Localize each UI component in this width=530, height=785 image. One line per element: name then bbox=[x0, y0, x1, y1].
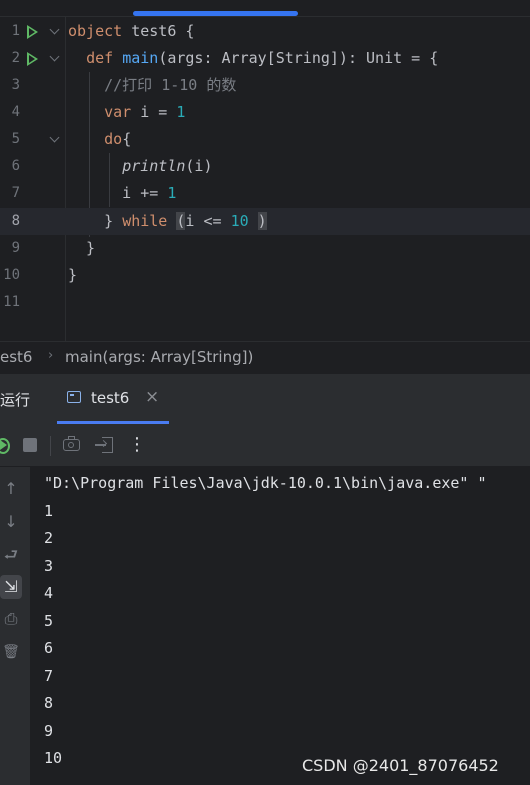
code-line[interactable]: 9 } bbox=[0, 235, 530, 262]
line-number: 8 bbox=[11, 213, 20, 229]
breadcrumb-separator: › bbox=[48, 348, 54, 363]
code-line[interactable]: 3 //打印 1-10 的数 bbox=[0, 72, 530, 99]
arrow-down-icon[interactable]: ↓ bbox=[0, 510, 22, 534]
console-output-line: 6 bbox=[44, 639, 54, 657]
print-icon[interactable]: ⎙ bbox=[0, 607, 22, 631]
code-line[interactable]: 2 def main(args: Array[String]): Unit = … bbox=[0, 45, 530, 72]
code-text: i += 1 bbox=[68, 184, 177, 202]
code-line[interactable]: 1 object test6 { bbox=[0, 18, 530, 45]
console-output-line: 1 bbox=[44, 501, 54, 520]
console-output-line: 2 bbox=[44, 529, 54, 547]
fold-chevron-icon[interactable] bbox=[49, 51, 60, 62]
code-line[interactable]: 4 var i = 1 bbox=[0, 99, 530, 126]
editor-tab-strip bbox=[0, 0, 530, 17]
run-tab-label: test6 bbox=[91, 389, 130, 407]
code-editor[interactable]: 1 object test6 { 2 def main(args: Array[St… bbox=[0, 0, 530, 341]
code-text: } while (i <= 10 ) bbox=[68, 212, 267, 230]
camera-icon[interactable] bbox=[61, 434, 83, 456]
code-text: object test6 { bbox=[68, 22, 195, 40]
exit-icon[interactable] bbox=[94, 434, 116, 456]
more-options-icon[interactable]: ⋮ bbox=[126, 434, 148, 456]
code-text: println(i) bbox=[122, 157, 213, 175]
console-output-line: 5 bbox=[44, 611, 54, 630]
line-number: 3 bbox=[11, 77, 20, 93]
code-text: def main(args: Array[String]): Unit = { bbox=[86, 49, 439, 67]
console-output-line: 9 bbox=[44, 721, 54, 740]
line-number: 6 bbox=[11, 158, 20, 174]
trash-icon[interactable]: 🗑 bbox=[0, 640, 22, 664]
run-panel-title: 运行 bbox=[0, 391, 31, 409]
code-text: //打印 1-10 的数 bbox=[104, 76, 237, 94]
breadcrumb-object[interactable]: est6 bbox=[0, 348, 32, 366]
fold-chevron-icon[interactable] bbox=[49, 24, 60, 35]
line-number: 9 bbox=[11, 240, 20, 256]
console-tab-icon bbox=[67, 391, 81, 403]
code-text: } bbox=[68, 239, 96, 257]
console-output-line: 10 bbox=[44, 749, 63, 767]
run-gutter-icon[interactable] bbox=[27, 52, 39, 66]
line-number: 10 bbox=[3, 267, 20, 283]
code-text: } bbox=[68, 266, 78, 284]
code-text: do{ bbox=[104, 130, 132, 148]
console-output-line: 7 bbox=[44, 666, 54, 685]
console-output-line: 4 bbox=[44, 584, 54, 602]
run-panel-header: 运行 test6 × bbox=[0, 373, 530, 424]
console-command-line: "D:\Program Files\Java\jdk-10.0.1\bin\ja… bbox=[44, 474, 487, 492]
code-line[interactable]: 6 println(i) bbox=[0, 153, 530, 180]
line-number: 7 bbox=[11, 185, 20, 201]
watermark: CSDN @2401_87076452 bbox=[302, 756, 499, 775]
breadcrumb: est6 › main(args: Array[String]) bbox=[0, 341, 530, 374]
stop-icon[interactable] bbox=[20, 434, 42, 456]
console-output[interactable]: "D:\Program Files\Java\jdk-10.0.1\bin\ja… bbox=[30, 467, 530, 785]
scroll-to-end-icon[interactable]: ⇲ bbox=[0, 575, 22, 599]
breadcrumb-method[interactable]: main(args: Array[String]) bbox=[65, 348, 253, 366]
console-output-line: 3 bbox=[44, 556, 54, 575]
toolbar-divider bbox=[50, 436, 51, 456]
code-line[interactable]: 8 } while (i <= 10 ) bbox=[0, 208, 530, 235]
console-sidebar: ↑ ↓ ⮐ ⇲ ⎙ 🗑 bbox=[0, 467, 30, 785]
line-number: 1 bbox=[11, 23, 20, 39]
fold-chevron-icon[interactable] bbox=[49, 132, 60, 143]
run-gutter-icon[interactable] bbox=[27, 25, 39, 39]
code-text: var i = 1 bbox=[104, 103, 186, 121]
soft-wrap-icon[interactable]: ⮐ bbox=[0, 543, 22, 567]
active-tab-indicator bbox=[133, 11, 298, 16]
arrow-up-icon[interactable]: ↑ bbox=[0, 477, 22, 501]
line-number: 2 bbox=[11, 50, 20, 66]
console-output-line: 8 bbox=[44, 694, 54, 712]
close-icon[interactable]: × bbox=[145, 387, 159, 407]
code-line[interactable]: 7 i += 1 bbox=[0, 180, 530, 207]
line-number: 5 bbox=[11, 131, 20, 147]
line-number: 11 bbox=[3, 294, 20, 310]
code-line[interactable]: 11 bbox=[0, 289, 530, 316]
rerun-icon[interactable] bbox=[0, 434, 18, 456]
run-toolbar: ⋮ bbox=[0, 424, 530, 467]
line-number: 4 bbox=[11, 104, 20, 120]
code-line[interactable]: 5 do{ bbox=[0, 126, 530, 153]
code-line[interactable]: 10} bbox=[0, 262, 530, 289]
tab-test6[interactable]: test6 × bbox=[57, 374, 169, 424]
